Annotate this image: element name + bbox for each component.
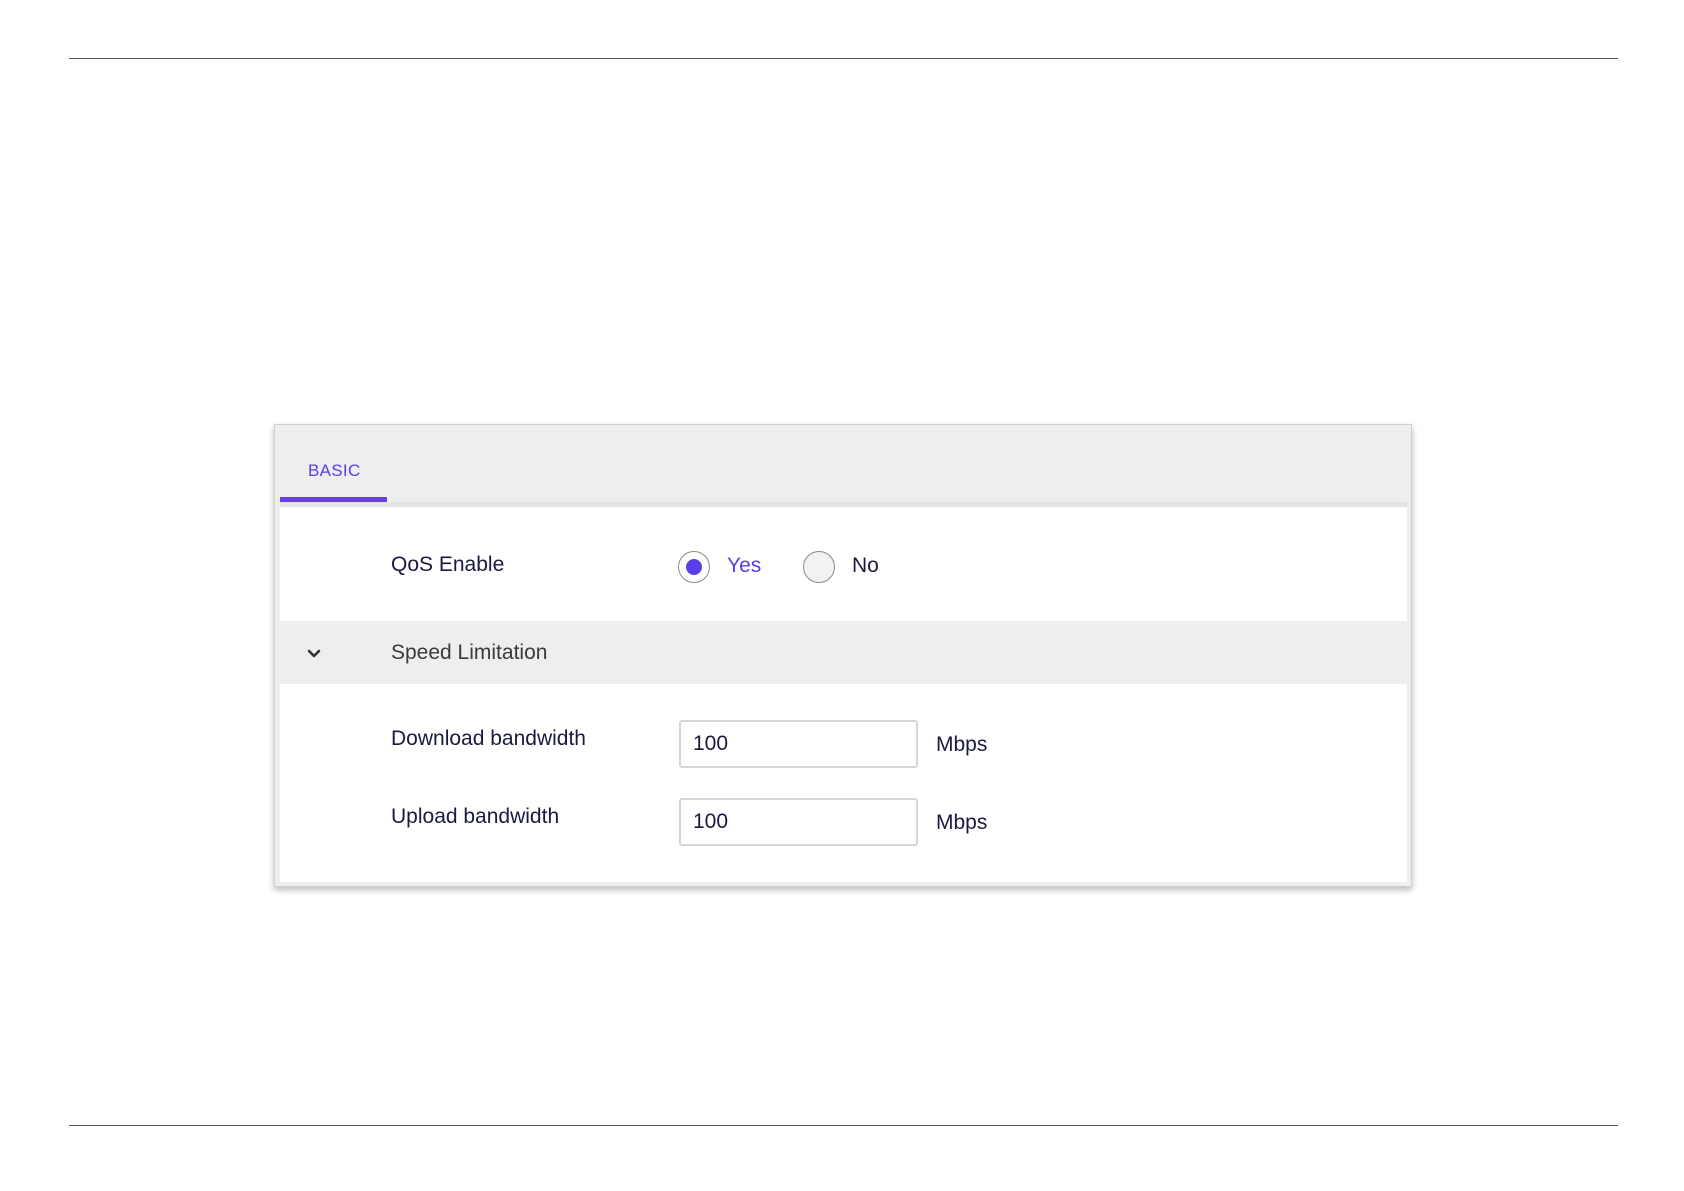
qos-settings-panel: BASIC QoS Enable Yes No Speed Limitation… [274, 424, 1412, 887]
qos-enable-section: QoS Enable Yes No [280, 507, 1407, 621]
chevron-down-icon [307, 649, 321, 658]
qos-enable-label: QoS Enable [391, 553, 505, 576]
upload-bandwidth-input[interactable] [679, 798, 918, 846]
upload-unit-label: Mbps [936, 811, 988, 834]
speed-limitation-title: Speed Limitation [391, 641, 548, 664]
page-top-rule [69, 58, 1618, 59]
qos-yes-label[interactable]: Yes [727, 554, 761, 578]
radio-selected-dot [686, 559, 702, 575]
download-unit-label: Mbps [936, 733, 988, 756]
bandwidth-section: Download bandwidth Mbps Upload bandwidth… [280, 684, 1407, 882]
tab-basic-label: BASIC [308, 461, 361, 480]
download-bandwidth-input[interactable] [679, 720, 918, 768]
page-bottom-rule [69, 1125, 1618, 1126]
speed-limitation-header[interactable]: Speed Limitation [280, 624, 1407, 681]
tab-basic[interactable]: BASIC [280, 425, 387, 502]
qos-no-label[interactable]: No [852, 554, 879, 578]
tab-bar: BASIC [280, 425, 1407, 502]
download-bandwidth-label: Download bandwidth [391, 727, 586, 750]
qos-no-radio[interactable] [803, 551, 835, 583]
qos-yes-radio[interactable] [678, 551, 710, 583]
upload-bandwidth-label: Upload bandwidth [391, 805, 560, 828]
